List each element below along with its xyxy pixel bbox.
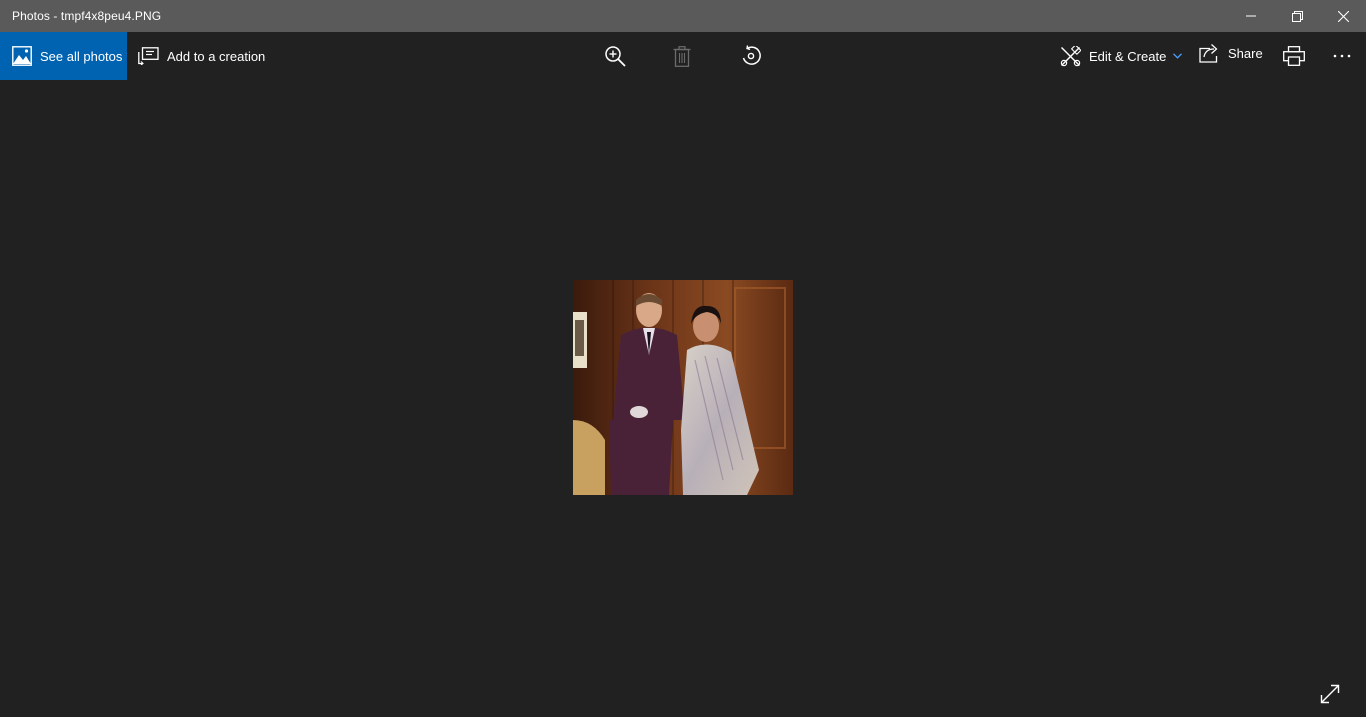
full-screen-button[interactable]	[1316, 680, 1344, 708]
minimize-button[interactable]	[1228, 0, 1274, 32]
window-title: Photos - tmpf4x8peu4.PNG	[12, 9, 162, 23]
edit-create-label: Edit & Create	[1089, 48, 1167, 64]
chevron-down-icon	[1173, 53, 1183, 59]
zoom-button[interactable]	[593, 32, 637, 80]
more-options-button[interactable]	[1320, 32, 1364, 80]
share-label: Share	[1228, 45, 1263, 61]
add-to-creation-button[interactable]: Add to a creation	[138, 32, 265, 80]
expand-icon	[1320, 684, 1340, 704]
toolbar: See all photos Add to a creation Edit & …	[0, 32, 1366, 80]
rotate-button[interactable]	[729, 32, 773, 80]
edit-create-icon	[1060, 45, 1081, 67]
minimize-icon	[1246, 15, 1256, 17]
delete-button[interactable]	[660, 32, 704, 80]
restore-icon	[1291, 10, 1303, 22]
close-button[interactable]	[1320, 0, 1366, 32]
more-icon	[1333, 54, 1351, 58]
edit-create-button[interactable]: Edit & Create	[1060, 32, 1183, 80]
see-all-photos-label: See all photos	[40, 48, 123, 64]
restore-button[interactable]	[1274, 0, 1320, 32]
share-icon	[1199, 43, 1220, 63]
displayed-photo	[573, 280, 793, 495]
photo-gallery-icon	[12, 46, 32, 66]
title-bar: Photos - tmpf4x8peu4.PNG	[0, 0, 1366, 32]
add-to-creation-icon	[138, 47, 159, 65]
delete-icon	[673, 45, 691, 67]
print-icon	[1283, 46, 1305, 66]
add-to-creation-label: Add to a creation	[167, 48, 266, 64]
print-button[interactable]	[1272, 32, 1316, 80]
see-all-photos-button[interactable]: See all photos	[0, 32, 127, 80]
close-icon	[1337, 10, 1349, 22]
share-button[interactable]: Share	[1199, 29, 1263, 77]
zoom-in-icon	[605, 46, 626, 67]
rotate-icon	[742, 45, 761, 65]
